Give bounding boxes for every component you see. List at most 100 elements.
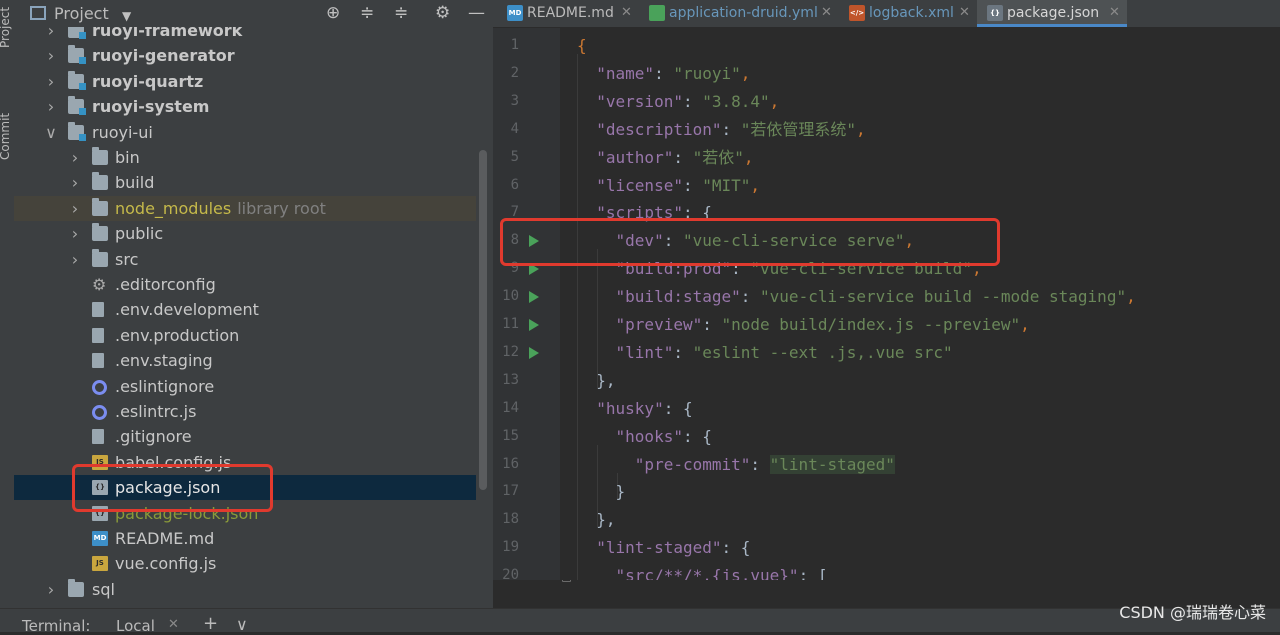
markdown-icon: MD: [92, 531, 108, 546]
minimize-icon[interactable]: —: [468, 3, 485, 23]
tree-item-label: ruoyi-system: [92, 97, 210, 117]
tree-item-label: build: [115, 173, 155, 193]
code-line[interactable]: "preview": "node build/index.js --previe…: [577, 311, 1030, 339]
terminal-bar: Terminal: Local ✕ + ∨: [0, 608, 1280, 635]
tree-item-label: bin: [115, 148, 140, 167]
editor-tab[interactable]: MD README.md ✕: [497, 0, 639, 27]
code-line[interactable]: "husky": {: [577, 395, 692, 423]
json-icon: {}: [987, 5, 1003, 21]
expand-all-icon[interactable]: ≑: [360, 3, 374, 23]
tree-item[interactable]: › node_modules library root: [14, 195, 476, 221]
markdown-icon: MD: [507, 5, 523, 21]
editor-tab[interactable]: application-druid.yml ✕: [639, 0, 839, 27]
line-number: 3: [510, 92, 519, 109]
tree-item[interactable]: .env.development: [14, 297, 476, 322]
chevron-right-icon[interactable]: ›: [68, 196, 82, 221]
tree-item-label: public: [115, 224, 164, 244]
close-icon[interactable]: ✕: [621, 0, 632, 26]
code-line[interactable]: "description": "若依管理系统",: [577, 116, 865, 144]
tree-item[interactable]: ∨ ruoyi-ui: [14, 120, 476, 145]
code-line[interactable]: "license": "MIT",: [577, 172, 760, 200]
folder-icon: [92, 147, 108, 165]
line-number: 5: [510, 148, 519, 165]
code-line[interactable]: "author": "若依",: [577, 144, 753, 172]
tree-item-label: README.md: [115, 529, 215, 548]
chevron-right-icon[interactable]: ›: [44, 43, 58, 68]
tree-item[interactable]: › ruoyi-system: [14, 94, 476, 119]
line-number: 16: [502, 455, 519, 472]
chevron-down-icon[interactable]: ▼: [122, 6, 131, 26]
tree-item[interactable]: › bin: [14, 145, 476, 170]
run-script-icon[interactable]: [529, 319, 539, 331]
chevron-down-icon[interactable]: ∨: [44, 120, 58, 145]
code-editor[interactable]: { "name": "ruoyi", "version": "3.8.4", "…: [560, 28, 1280, 580]
close-icon[interactable]: ✕: [1109, 0, 1120, 26]
code-line[interactable]: "pre-commit": "lint-staged": [577, 451, 895, 479]
tree-item[interactable]: MD README.md: [14, 526, 476, 551]
line-number: 4: [510, 120, 519, 137]
close-icon[interactable]: ✕: [821, 0, 832, 26]
chevron-right-icon[interactable]: ›: [44, 94, 58, 119]
more-terminals-button[interactable]: ∨: [236, 615, 248, 634]
chevron-right-icon[interactable]: ›: [68, 247, 82, 272]
tree-item[interactable]: › ruoyi-generator: [14, 43, 476, 68]
code-line[interactable]: "hooks": {: [577, 423, 712, 451]
chevron-right-icon[interactable]: ›: [44, 69, 58, 94]
run-script-icon[interactable]: [529, 346, 539, 359]
tree-item[interactable]: › public: [14, 221, 476, 246]
code-line[interactable]: "build:stage": "vue-cli-service build --…: [577, 283, 1136, 311]
code-line[interactable]: "version": "3.8.4",: [577, 88, 779, 116]
chevron-right-icon[interactable]: ›: [44, 577, 58, 602]
locate-icon[interactable]: ⊕: [326, 3, 340, 23]
code-line[interactable]: {: [577, 32, 587, 60]
highlight-box-package-json: [72, 464, 273, 512]
project-tool-tab[interactable]: Project: [0, 7, 12, 48]
tool-window-strip: Project Commit: [0, 0, 15, 631]
gear-icon[interactable]: ⚙: [435, 3, 450, 23]
terminal-session-tab[interactable]: Local: [116, 617, 155, 635]
project-panel-title[interactable]: Project: [54, 4, 109, 23]
line-number: 19: [502, 539, 519, 556]
tree-item[interactable]: ⚙ .editorconfig: [14, 272, 476, 297]
terminal-label[interactable]: Terminal:: [22, 617, 90, 635]
code-line[interactable]: },: [577, 367, 615, 395]
file-icon: [92, 353, 104, 369]
code-line[interactable]: }: [577, 478, 626, 506]
run-script-icon[interactable]: [529, 291, 539, 304]
close-icon[interactable]: ✕: [168, 617, 179, 632]
tree-item[interactable]: .gitignore: [14, 424, 476, 449]
line-number: 2: [510, 64, 519, 81]
tree-scrollbar[interactable]: [479, 150, 487, 490]
editor-tab[interactable]: </> logback.xml ✕: [839, 0, 977, 27]
chevron-right-icon[interactable]: ›: [68, 221, 82, 246]
code-line[interactable]: },: [577, 506, 615, 534]
tree-item[interactable]: › src: [14, 247, 476, 272]
code-line[interactable]: "src/**/*.{js,vue}": [: [577, 562, 828, 580]
code-line[interactable]: "lint": "eslint --ext .js,.vue src": [577, 339, 953, 367]
tree-item[interactable]: JS vue.config.js: [14, 551, 476, 576]
editor-tab-bar: MD README.md ✕ application-druid.yml ✕ </> log…: [493, 0, 1280, 28]
line-number: 6: [510, 176, 519, 193]
tree-item[interactable]: › sql: [14, 577, 476, 602]
chevron-right-icon[interactable]: ›: [68, 170, 82, 195]
code-line[interactable]: "name": "ruoyi",: [577, 60, 750, 88]
tree-item[interactable]: .env.staging: [14, 348, 476, 373]
module-folder-icon: [68, 70, 86, 90]
tree-item[interactable]: › build: [14, 170, 476, 195]
editor-tab[interactable]: {} package.json ✕: [977, 0, 1127, 27]
line-number: 1: [510, 37, 519, 53]
line-number: 12: [502, 343, 519, 360]
commit-tool-tab[interactable]: Commit: [0, 113, 12, 160]
tree-item[interactable]: .env.production: [14, 323, 476, 348]
tree-item[interactable]: .eslintrc.js: [14, 399, 476, 424]
tree-item-label: .eslintignore: [115, 376, 215, 396]
tree-item[interactable]: › ruoyi-quartz: [14, 69, 476, 94]
collapse-all-icon[interactable]: ≑: [394, 3, 408, 23]
tree-item-label: .eslintrc.js: [115, 402, 197, 421]
close-icon[interactable]: ✕: [959, 0, 970, 26]
module-folder-icon: [68, 96, 86, 116]
tree-item-label: .editorconfig: [115, 275, 216, 294]
chevron-right-icon[interactable]: ›: [68, 145, 82, 170]
tree-item[interactable]: .eslintignore: [14, 374, 476, 399]
code-line[interactable]: "lint-staged": {: [577, 534, 750, 562]
